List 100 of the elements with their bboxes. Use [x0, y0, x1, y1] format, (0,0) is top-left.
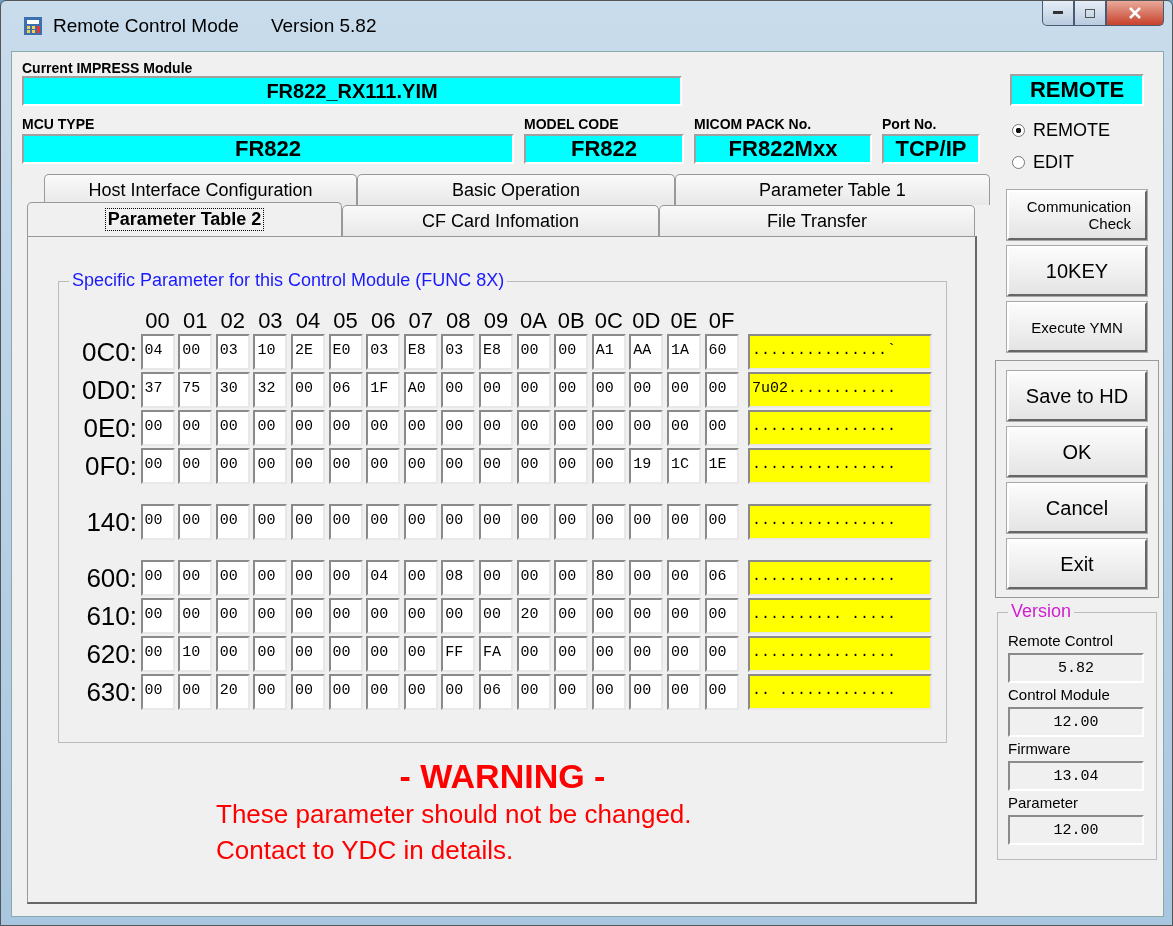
hex-cell[interactable]: 00	[290, 560, 325, 596]
hex-cell[interactable]: 1F	[366, 372, 401, 408]
hex-cell[interactable]: 00	[704, 504, 739, 540]
hex-cell[interactable]: 00	[290, 372, 325, 408]
hex-cell[interactable]: 00	[516, 334, 551, 370]
hex-cell[interactable]: 06	[328, 372, 363, 408]
hex-cell[interactable]: 00	[140, 674, 175, 710]
hex-cell[interactable]: 30	[215, 372, 250, 408]
hex-cell[interactable]: 00	[666, 504, 701, 540]
hex-cell[interactable]: 00	[516, 410, 551, 446]
hex-cell[interactable]: 00	[591, 598, 626, 634]
hex-cell[interactable]: 00	[403, 410, 438, 446]
hex-cell[interactable]: 00	[366, 410, 401, 446]
hex-cell[interactable]: 00	[516, 560, 551, 596]
hex-cell[interactable]: 00	[441, 410, 476, 446]
hex-cell[interactable]: 00	[441, 372, 476, 408]
hex-cell[interactable]: 00	[290, 410, 325, 446]
hex-cell[interactable]: 75	[178, 372, 213, 408]
hex-cell[interactable]: 1E	[704, 448, 739, 484]
hex-cell[interactable]: 00	[253, 636, 288, 672]
hex-cell[interactable]: 00	[478, 560, 513, 596]
hex-cell[interactable]: 00	[140, 448, 175, 484]
hex-cell[interactable]: 00	[478, 410, 513, 446]
hex-cell[interactable]: 00	[290, 598, 325, 634]
hex-cell[interactable]: 00	[290, 448, 325, 484]
hex-cell[interactable]: E0	[328, 334, 363, 370]
hex-cell[interactable]: 00	[215, 448, 250, 484]
hex-cell[interactable]: 00	[554, 372, 589, 408]
hex-cell[interactable]: 00	[554, 504, 589, 540]
hex-cell[interactable]: 19	[629, 448, 664, 484]
communication-check-button[interactable]: Communication Check	[1007, 190, 1147, 240]
radio-label[interactable]: EDIT	[1033, 151, 1074, 173]
tab[interactable]: CF Card Infomation	[342, 205, 659, 236]
hex-cell[interactable]: 00	[140, 636, 175, 672]
hex-cell[interactable]: 06	[704, 560, 739, 596]
hex-cell[interactable]: 00	[140, 504, 175, 540]
hex-cell[interactable]: 00	[328, 560, 363, 596]
hex-cell[interactable]: 00	[328, 504, 363, 540]
side-button[interactable]: 10KEY	[1007, 246, 1147, 296]
hex-cell[interactable]: 00	[140, 560, 175, 596]
hex-cell[interactable]: 00	[704, 674, 739, 710]
hex-cell[interactable]: 00	[516, 504, 551, 540]
hex-cell[interactable]: 00	[140, 410, 175, 446]
hex-cell[interactable]: 1C	[666, 448, 701, 484]
hex-cell[interactable]: 00	[290, 674, 325, 710]
hex-cell[interactable]: 00	[178, 504, 213, 540]
hex-cell[interactable]: 00	[554, 636, 589, 672]
hex-cell[interactable]: 00	[704, 598, 739, 634]
hex-cell[interactable]: 00	[178, 674, 213, 710]
hex-cell[interactable]: 00	[403, 448, 438, 484]
hex-cell[interactable]: 00	[629, 504, 664, 540]
hex-cell[interactable]: 00	[328, 674, 363, 710]
hex-cell[interactable]: 00	[178, 560, 213, 596]
hex-cell[interactable]: 00	[516, 448, 551, 484]
tab[interactable]: Basic Operation	[357, 174, 675, 205]
hex-cell[interactable]: 04	[366, 560, 401, 596]
hex-cell[interactable]: 1A	[666, 334, 701, 370]
hex-cell[interactable]: 00	[478, 598, 513, 634]
hex-cell[interactable]: 00	[591, 636, 626, 672]
hex-cell[interactable]: 00	[704, 372, 739, 408]
hex-cell[interactable]: 32	[253, 372, 288, 408]
hex-cell[interactable]: 00	[328, 636, 363, 672]
radio-label[interactable]: REMOTE	[1033, 119, 1110, 141]
hex-cell[interactable]: 00	[215, 504, 250, 540]
hex-cell[interactable]: 00	[666, 372, 701, 408]
hex-cell[interactable]: 00	[366, 448, 401, 484]
hex-cell[interactable]: 03	[366, 334, 401, 370]
hex-cell[interactable]: 00	[591, 372, 626, 408]
hex-cell[interactable]: 00	[253, 410, 288, 446]
tab[interactable]: Parameter Table 1	[675, 174, 990, 205]
hex-cell[interactable]: 00	[591, 410, 626, 446]
hex-cell[interactable]: 00	[366, 504, 401, 540]
hex-cell[interactable]: 00	[516, 372, 551, 408]
hex-cell[interactable]: 00	[178, 598, 213, 634]
hex-cell[interactable]: 00	[554, 410, 589, 446]
hex-cell[interactable]: 00	[591, 504, 626, 540]
hex-cell[interactable]: 00	[178, 334, 213, 370]
hex-cell[interactable]: 00	[629, 674, 664, 710]
hex-cell[interactable]: 00	[215, 560, 250, 596]
hex-cell[interactable]: 00	[328, 448, 363, 484]
hex-cell[interactable]: 00	[253, 504, 288, 540]
close-button[interactable]	[1106, 1, 1164, 26]
hex-cell[interactable]: 00	[366, 674, 401, 710]
hex-cell[interactable]: 00	[178, 410, 213, 446]
hex-cell[interactable]: 00	[666, 560, 701, 596]
minimize-button[interactable]	[1042, 1, 1074, 26]
hex-cell[interactable]: 10	[253, 334, 288, 370]
hex-cell[interactable]: 00	[554, 334, 589, 370]
hex-cell[interactable]: 60	[704, 334, 739, 370]
hex-cell[interactable]: 20	[516, 598, 551, 634]
action-button[interactable]: Exit	[1007, 539, 1147, 589]
hex-cell[interactable]: 00	[704, 410, 739, 446]
tab[interactable]: Parameter Table 2	[27, 202, 342, 236]
hex-cell[interactable]: 03	[441, 334, 476, 370]
hex-cell[interactable]: 00	[253, 448, 288, 484]
hex-cell[interactable]: 37	[140, 372, 175, 408]
hex-cell[interactable]: 04	[140, 334, 175, 370]
side-button[interactable]: Execute YMN	[1007, 302, 1147, 352]
hex-cell[interactable]: 00	[253, 598, 288, 634]
hex-cell[interactable]: 00	[516, 636, 551, 672]
